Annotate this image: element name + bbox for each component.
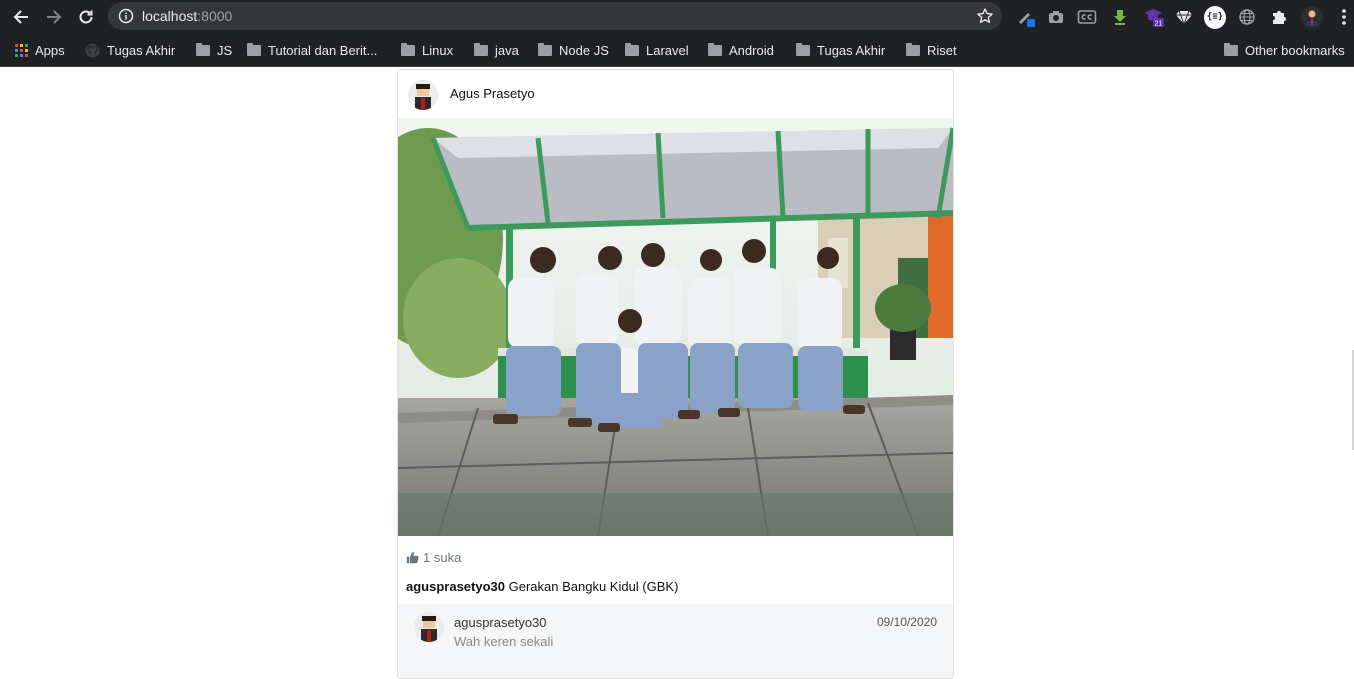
pen-icon (1019, 13, 1035, 27)
post-header: Agus Prasetyo (398, 70, 953, 118)
bookmark-label: Android (729, 42, 774, 58)
arrow-left-icon (13, 10, 28, 24)
comments-section: agusprasetyo30 Wah keren sekali 09/10/20… (398, 604, 953, 678)
bookmark-linux[interactable]: Linux (401, 41, 453, 59)
bookmark-other[interactable]: Other bookmarks (1224, 41, 1345, 59)
json-icon: {≡} (1204, 5, 1226, 29)
bookmark-label: Apps (35, 42, 65, 58)
folder-icon (906, 42, 920, 56)
globe-icon (1239, 9, 1255, 25)
commenter-avatar[interactable] (414, 612, 444, 642)
bookmark-android[interactable]: Android (708, 41, 774, 59)
folder-icon (625, 42, 639, 56)
arrow-right-icon (47, 10, 62, 24)
url-port: :8000 (197, 8, 233, 24)
info-icon[interactable] (118, 8, 134, 24)
bookmark-tugas-akhir-github[interactable]: Tugas Akhir (85, 41, 175, 59)
bookmarks-bar: Apps Tugas Akhir JS Tutorial dan Berit..… (0, 33, 1354, 67)
bookmark-label: Linux (422, 42, 454, 58)
bookmark-js[interactable]: JS (196, 41, 232, 59)
extension-diamond[interactable] (1173, 6, 1195, 28)
bookmark-label: java (495, 42, 519, 58)
bookmark-riset[interactable]: Riset (906, 41, 957, 59)
group-photo-image (398, 118, 953, 536)
caption-text: Gerakan Bangku Kidul (GBK) (505, 579, 679, 594)
download-arrow-icon (1114, 10, 1126, 25)
bookmark-label: Tugas Akhir (817, 42, 886, 58)
extensions-menu-button[interactable] (1268, 6, 1290, 28)
reload-icon (79, 10, 93, 24)
bookmark-tugas-akhir-folder[interactable]: Tugas Akhir (796, 41, 885, 59)
profile-button[interactable] (1301, 6, 1323, 28)
back-button[interactable] (9, 5, 33, 29)
extension-pen[interactable] (1014, 6, 1036, 28)
bookmark-apps[interactable]: Apps (15, 41, 65, 59)
extension-download[interactable] (1109, 6, 1131, 28)
page-content: Agus Prasetyo 1 suka agusprasetyo30 Gera… (0, 67, 1354, 679)
bookmark-nodejs[interactable]: Node JS (538, 41, 609, 59)
bookmark-label: Node JS (559, 42, 609, 58)
folder-icon (538, 42, 552, 56)
extension-json-viewer[interactable]: {≡} (1204, 5, 1226, 29)
profile-avatar-icon (1301, 6, 1323, 28)
bookmark-label: Riset (927, 42, 957, 58)
extension-graduation[interactable]: 21 (1142, 6, 1164, 28)
likes-count: 1 suka (423, 550, 462, 565)
diamond-icon (1176, 10, 1192, 25)
extension-cc[interactable] (1076, 6, 1098, 28)
folder-icon (196, 42, 210, 56)
comment-username[interactable]: agusprasetyo30 (454, 615, 547, 630)
forward-button[interactable] (42, 5, 66, 29)
browser-toolbar: localhost:8000 21 {≡} (0, 0, 1354, 33)
author-avatar[interactable] (408, 80, 438, 110)
post-card: Agus Prasetyo 1 suka agusprasetyo30 Gera… (397, 69, 954, 679)
closed-caption-icon (1077, 10, 1097, 24)
camera-icon (1049, 11, 1063, 23)
browser-menu-button[interactable] (1333, 6, 1354, 28)
puzzle-icon (1273, 11, 1286, 24)
folder-icon (474, 42, 488, 56)
url-host: localhost (142, 8, 198, 24)
avatar-image (414, 612, 444, 642)
extension-badge: 21 (1155, 21, 1163, 28)
comment-text: Wah keren sekali (454, 634, 554, 649)
folder-icon (1224, 42, 1238, 56)
reload-button[interactable] (74, 5, 98, 29)
address-bar[interactable]: localhost:8000 (108, 2, 1002, 30)
bookmark-label: JS (217, 42, 233, 58)
bookmark-tutorial[interactable]: Tutorial dan Berit... (247, 41, 377, 59)
bookmark-label: Other bookmarks (1245, 42, 1345, 58)
author-name[interactable]: Agus Prasetyo (450, 86, 535, 101)
folder-icon (708, 42, 722, 56)
thumbs-up-icon[interactable] (406, 551, 419, 564)
comment-date: 09/10/2020 (876, 615, 937, 629)
folder-icon (796, 42, 810, 56)
caption-username[interactable]: agusprasetyo30 (406, 579, 505, 594)
bookmark-laravel[interactable]: Laravel (625, 41, 689, 59)
likes-row[interactable]: 1 suka (406, 550, 461, 565)
json-icon-label: {≡} (1206, 12, 1224, 22)
folder-icon (401, 42, 415, 56)
extension-camera[interactable] (1045, 6, 1067, 28)
github-icon (85, 42, 100, 58)
star-icon[interactable] (976, 7, 994, 25)
bookmark-label: Laravel (646, 42, 689, 58)
bookmark-label: Tugas Akhir (107, 42, 176, 58)
extension-globe[interactable] (1236, 6, 1258, 28)
post-photo[interactable] (398, 118, 953, 536)
graduation-cap-icon: 21 (1144, 9, 1164, 28)
post-caption: agusprasetyo30 Gerakan Bangku Kidul (GBK… (406, 579, 678, 594)
avatar-image (408, 80, 438, 110)
more-vert-icon (1342, 9, 1346, 25)
url-text: localhost:8000 (142, 8, 232, 24)
apps-grid-icon (15, 43, 28, 57)
bookmark-java[interactable]: java (474, 41, 519, 59)
bookmark-label: Tutorial dan Berit... (268, 42, 378, 58)
folder-icon (247, 42, 261, 56)
